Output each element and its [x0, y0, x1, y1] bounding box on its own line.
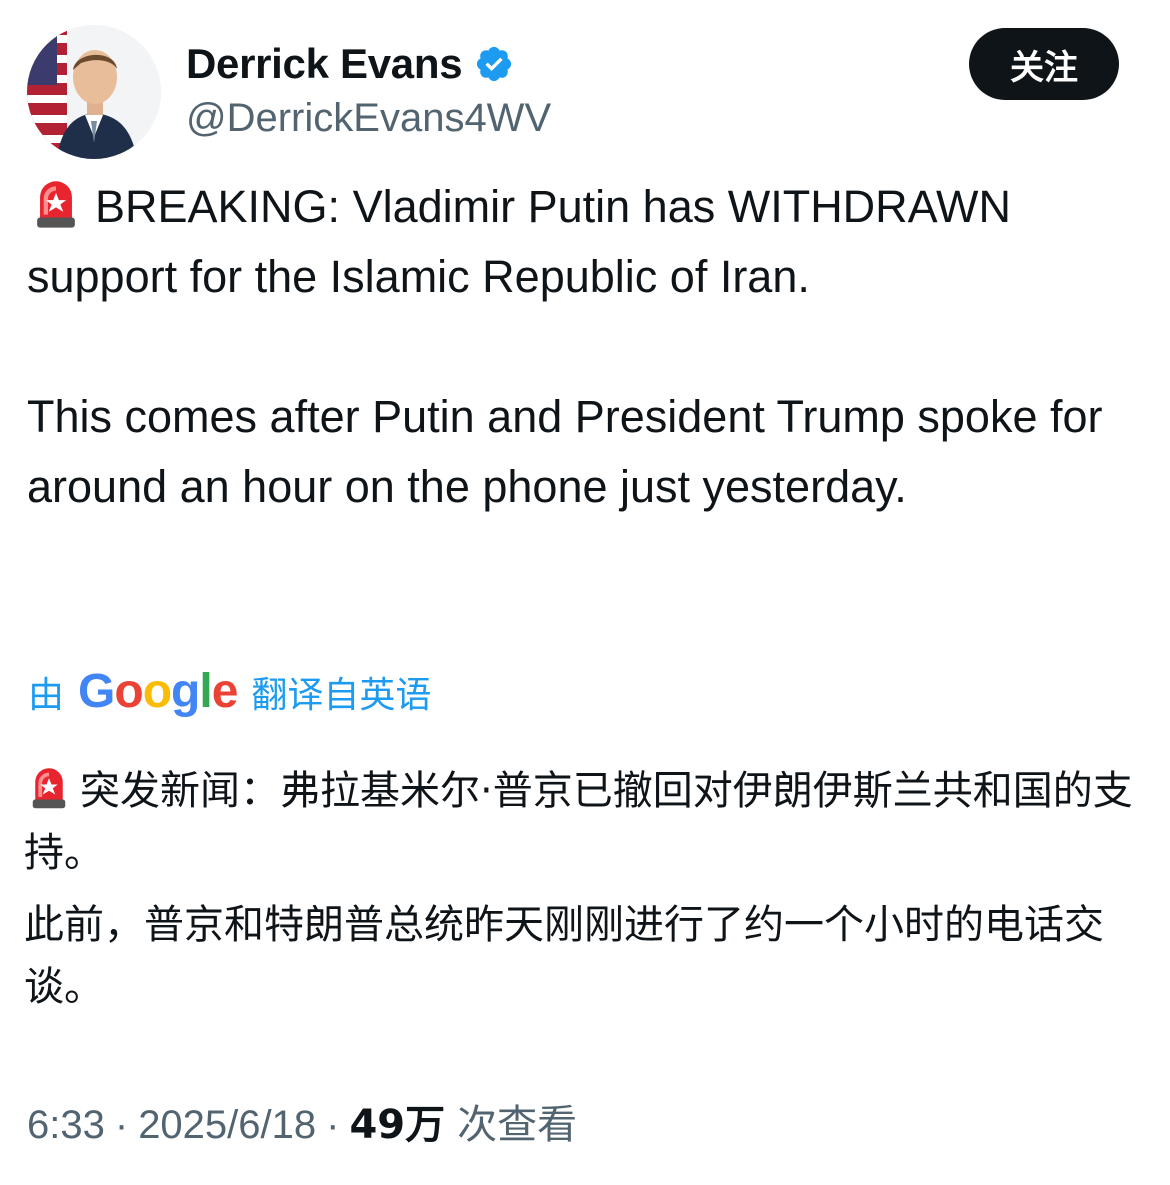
meta-separator: · — [326, 1103, 340, 1147]
translated-paragraph-text: 突发新闻：弗拉基米尔·普京已撤回对伊朗伊斯兰共和国的支持。 — [24, 768, 1133, 876]
avatar[interactable] — [27, 25, 161, 159]
translated-paragraph: 此前，普京和特朗普总统昨天刚刚进行了约一个小时的电话交谈。 — [24, 902, 1104, 1010]
views-label[interactable]: 次查看 — [457, 1098, 577, 1152]
tweet-date[interactable]: 2025/6/18 — [138, 1098, 316, 1152]
tweet-meta: 6:33 · 2025/6/18 · 49万 次查看 — [27, 1098, 577, 1152]
profile-photo — [27, 25, 161, 159]
translate-prefix: 由 — [28, 675, 65, 716]
author-handle[interactable]: @DerrickEvans4WV — [186, 92, 551, 144]
display-name[interactable]: Derrick Evans — [186, 38, 463, 90]
verified-badge-icon — [477, 46, 512, 82]
police-siren-icon — [37, 181, 75, 228]
tweet-time[interactable]: 6:33 — [27, 1098, 105, 1152]
author-name-row[interactable]: Derrick Evans — [186, 38, 514, 90]
police-siren-icon — [32, 768, 66, 809]
translated-by-google[interactable]: 由 Google 翻译自英语 — [28, 662, 431, 722]
tweet-text: BREAKING: Vladimir Putin has WITHDRAWN s… — [27, 172, 1137, 522]
tweet-paragraph: This comes after Putin and President Tru… — [27, 391, 1103, 512]
translated-paragraph: 突发新闻：弗拉基米尔·普京已撤回对伊朗伊斯兰共和国的支持。 — [24, 760, 1139, 884]
views-count[interactable]: 49万 — [349, 1098, 445, 1152]
follow-button[interactable]: 关注 — [969, 28, 1119, 100]
tweet-paragraph-text: BREAKING: Vladimir Putin has WITHDRAWN s… — [27, 181, 1011, 302]
google-logo: Google — [78, 665, 238, 718]
translate-suffix: 翻译自英语 — [251, 675, 432, 716]
translated-text: 突发新闻：弗拉基米尔·普京已撤回对伊朗伊斯兰共和国的支持。 此前，普京和特朗普总… — [24, 760, 1139, 1018]
tweet-paragraph: BREAKING: Vladimir Putin has WITHDRAWN s… — [27, 172, 1137, 312]
meta-separator: · — [114, 1103, 129, 1147]
